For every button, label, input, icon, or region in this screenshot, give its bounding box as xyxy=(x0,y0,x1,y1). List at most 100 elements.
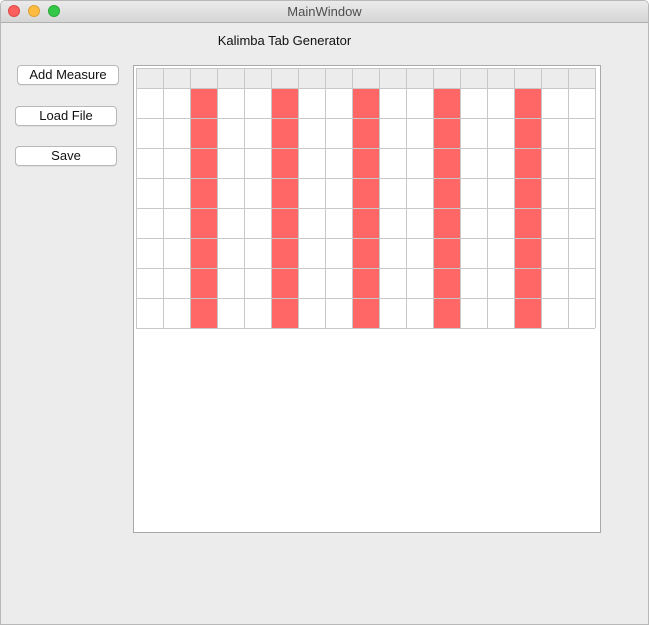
grid-cell[interactable] xyxy=(244,238,271,268)
grid-header-cell[interactable] xyxy=(487,68,514,88)
load-file-button[interactable]: Load File xyxy=(15,106,117,126)
grid-cell[interactable] xyxy=(541,88,568,118)
grid-cell[interactable] xyxy=(379,268,406,298)
grid-cell-highlighted[interactable] xyxy=(514,238,541,268)
grid-cell[interactable] xyxy=(136,178,163,208)
grid-header-cell[interactable] xyxy=(244,68,271,88)
grid-cell[interactable] xyxy=(541,208,568,238)
grid-cell-highlighted[interactable] xyxy=(433,208,460,238)
grid-cell[interactable] xyxy=(568,118,595,148)
grid-cell[interactable] xyxy=(460,208,487,238)
grid-cell[interactable] xyxy=(217,298,244,328)
grid-cell-highlighted[interactable] xyxy=(190,268,217,298)
grid-cell-highlighted[interactable] xyxy=(190,88,217,118)
grid-header-cell[interactable] xyxy=(325,68,352,88)
grid-cell[interactable] xyxy=(217,238,244,268)
grid-cell[interactable] xyxy=(487,208,514,238)
grid-cell[interactable] xyxy=(325,118,352,148)
grid-header-cell[interactable] xyxy=(379,68,406,88)
grid-cell[interactable] xyxy=(136,118,163,148)
grid-cell-highlighted[interactable] xyxy=(352,208,379,238)
grid-cell[interactable] xyxy=(163,118,190,148)
grid-cell-highlighted[interactable] xyxy=(190,178,217,208)
grid-cell[interactable] xyxy=(406,298,433,328)
grid-cell-highlighted[interactable] xyxy=(271,208,298,238)
grid-cell-highlighted[interactable] xyxy=(352,268,379,298)
grid-cell[interactable] xyxy=(217,208,244,238)
grid-header-cell[interactable] xyxy=(568,68,595,88)
grid-cell[interactable] xyxy=(325,88,352,118)
grid-cell-highlighted[interactable] xyxy=(271,88,298,118)
grid-cell[interactable] xyxy=(298,178,325,208)
grid-cell-highlighted[interactable] xyxy=(190,208,217,238)
grid-cell[interactable] xyxy=(298,208,325,238)
grid-header-cell[interactable] xyxy=(298,68,325,88)
grid-cell-highlighted[interactable] xyxy=(352,238,379,268)
grid-cell[interactable] xyxy=(379,178,406,208)
grid-cell[interactable] xyxy=(244,208,271,238)
grid-cell[interactable] xyxy=(217,118,244,148)
grid-cell[interactable] xyxy=(460,238,487,268)
grid-header-cell[interactable] xyxy=(190,68,217,88)
grid-cell-highlighted[interactable] xyxy=(190,298,217,328)
grid-cell[interactable] xyxy=(487,238,514,268)
grid-cell[interactable] xyxy=(379,88,406,118)
grid-cell-highlighted[interactable] xyxy=(352,88,379,118)
grid-cell[interactable] xyxy=(568,238,595,268)
grid-cell[interactable] xyxy=(487,298,514,328)
grid-cell[interactable] xyxy=(568,88,595,118)
grid-header-cell[interactable] xyxy=(406,68,433,88)
grid-cell[interactable] xyxy=(487,118,514,148)
grid-cell-highlighted[interactable] xyxy=(271,268,298,298)
grid-cell-highlighted[interactable] xyxy=(271,238,298,268)
grid-cell-highlighted[interactable] xyxy=(433,298,460,328)
grid-cell[interactable] xyxy=(460,268,487,298)
grid-cell[interactable] xyxy=(298,148,325,178)
grid-cell[interactable] xyxy=(568,148,595,178)
grid-cell-highlighted[interactable] xyxy=(190,148,217,178)
grid-header-cell[interactable] xyxy=(136,68,163,88)
grid-cell[interactable] xyxy=(541,178,568,208)
grid-cell[interactable] xyxy=(244,298,271,328)
grid-cell[interactable] xyxy=(163,268,190,298)
grid-cell-highlighted[interactable] xyxy=(352,178,379,208)
grid-cell[interactable] xyxy=(325,178,352,208)
grid-cell-highlighted[interactable] xyxy=(271,118,298,148)
grid-cell[interactable] xyxy=(379,298,406,328)
grid-cell[interactable] xyxy=(460,178,487,208)
grid-header-cell[interactable] xyxy=(352,68,379,88)
grid-cell-highlighted[interactable] xyxy=(514,298,541,328)
grid-cell[interactable] xyxy=(298,268,325,298)
grid-cell[interactable] xyxy=(406,178,433,208)
grid-cell[interactable] xyxy=(244,268,271,298)
grid-cell[interactable] xyxy=(163,178,190,208)
grid-cell[interactable] xyxy=(487,88,514,118)
grid-cell[interactable] xyxy=(568,208,595,238)
grid-cell[interactable] xyxy=(298,238,325,268)
grid-cell[interactable] xyxy=(406,118,433,148)
grid-cell[interactable] xyxy=(379,118,406,148)
grid-cell-highlighted[interactable] xyxy=(514,148,541,178)
grid-cell-highlighted[interactable] xyxy=(514,268,541,298)
grid-cell[interactable] xyxy=(487,178,514,208)
grid-cell[interactable] xyxy=(406,148,433,178)
grid-cell-highlighted[interactable] xyxy=(433,118,460,148)
grid-header-cell[interactable] xyxy=(433,68,460,88)
grid-cell[interactable] xyxy=(298,88,325,118)
grid-cell[interactable] xyxy=(298,298,325,328)
grid-cell[interactable] xyxy=(325,298,352,328)
grid-cell[interactable] xyxy=(136,268,163,298)
grid-cell-highlighted[interactable] xyxy=(514,88,541,118)
save-button[interactable]: Save xyxy=(15,146,117,166)
grid-cell-highlighted[interactable] xyxy=(433,268,460,298)
grid-header-cell[interactable] xyxy=(217,68,244,88)
grid-header-cell[interactable] xyxy=(163,68,190,88)
grid-cell[interactable] xyxy=(568,268,595,298)
grid-cell[interactable] xyxy=(136,208,163,238)
grid-cell[interactable] xyxy=(460,298,487,328)
grid-cell[interactable] xyxy=(163,238,190,268)
grid-header-cell[interactable] xyxy=(541,68,568,88)
grid-cell[interactable] xyxy=(379,208,406,238)
grid-cell[interactable] xyxy=(217,268,244,298)
grid-cell[interactable] xyxy=(406,88,433,118)
